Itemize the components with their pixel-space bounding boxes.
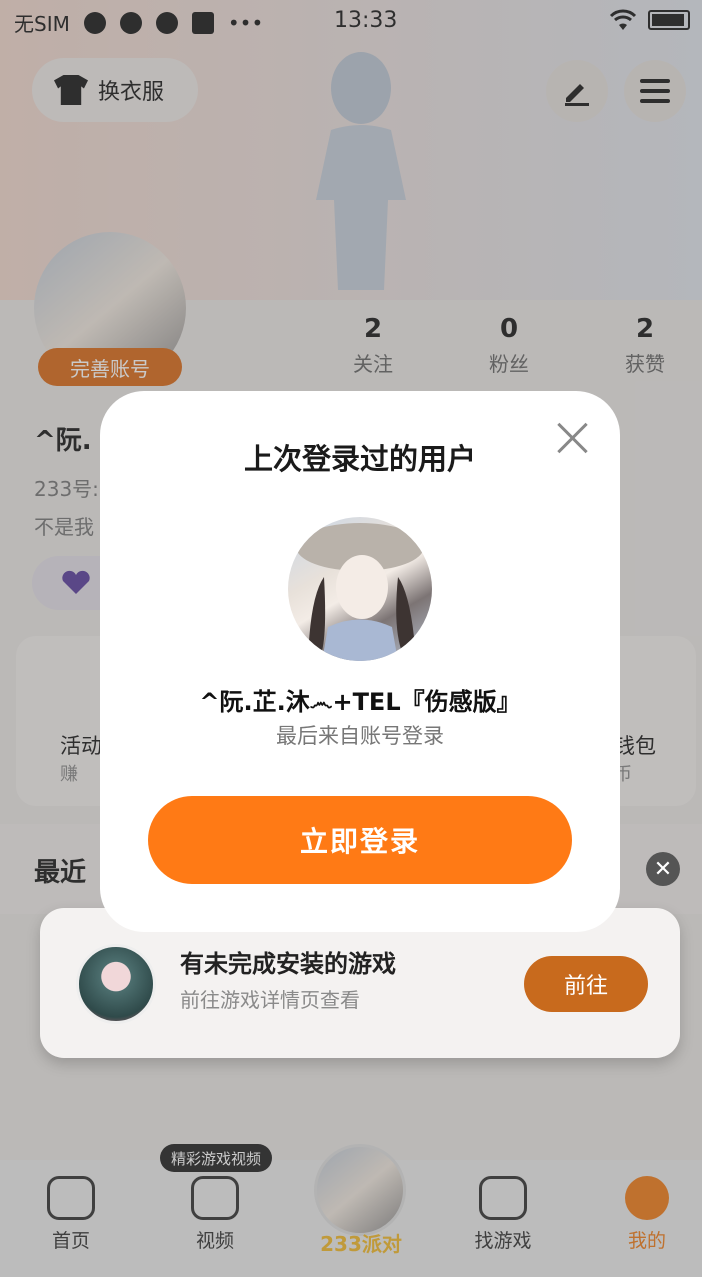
username: ^阮.芷.沐෴+TEL『伤感版』	[199, 688, 521, 716]
avatar-photo	[296, 523, 424, 661]
goto-button[interactable]: 前往	[524, 956, 648, 1012]
game-avatar-icon	[76, 944, 156, 1024]
dialog-title: 上次登录过的用户	[243, 442, 476, 476]
notification-title: 有未完成安装的游戏	[180, 950, 396, 978]
user-avatar	[288, 517, 432, 661]
close-icon[interactable]	[552, 418, 592, 458]
notification-subtitle: 前往游戏详情页查看	[180, 988, 360, 1012]
notification-close-icon[interactable]: ✕	[646, 852, 680, 886]
login-now-button[interactable]: 立即登录	[148, 796, 572, 884]
login-source: 最后来自账号登录	[276, 724, 444, 748]
